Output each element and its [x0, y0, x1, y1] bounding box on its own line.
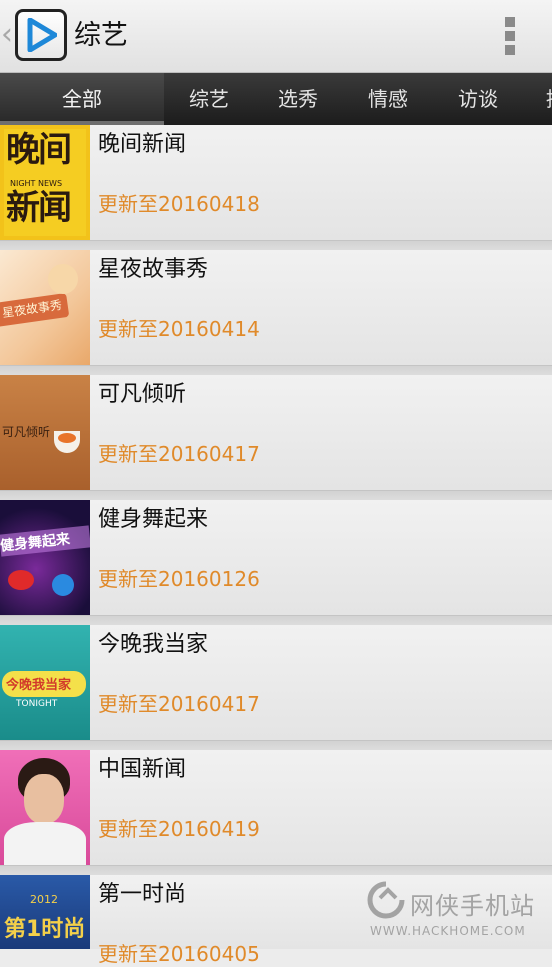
thumbnail: 2012 第1时尚 — [0, 875, 90, 949]
program-title: 星夜故事秀 — [98, 257, 209, 282]
page-title: 综艺 — [74, 20, 128, 51]
program-title: 今晚我当家 — [98, 632, 209, 657]
play-icon[interactable] — [15, 9, 67, 61]
update-status: 更新至20160417 — [98, 692, 260, 716]
update-status: 更新至20160419 — [98, 817, 260, 841]
thumbnail: 可凡倾听 — [0, 375, 90, 490]
tab-interview[interactable]: 访谈 — [458, 73, 498, 125]
list-item[interactable]: 晚间 NIGHT NEWS 新闻 晚间新闻 更新至20160418 — [0, 125, 552, 240]
update-status: 更新至20160126 — [98, 567, 260, 591]
tab-variety[interactable]: 综艺 — [189, 73, 229, 125]
tab-funny[interactable]: 搞 — [546, 73, 552, 125]
program-title: 第一时尚 — [98, 882, 187, 907]
action-bar: ‹ 综艺 — [0, 0, 552, 73]
tab-all[interactable]: 全部 — [0, 73, 164, 125]
category-tabs: 全部 综艺 选秀 情感 访谈 搞 — [0, 73, 552, 125]
thumbnail: 今晚我当家 TONIGHT — [0, 625, 90, 740]
watermark-logo-icon — [367, 881, 405, 919]
thumbnail: 晚间 NIGHT NEWS 新闻 — [0, 125, 90, 240]
program-title: 健身舞起来 — [98, 507, 209, 532]
tab-talent-show[interactable]: 选秀 — [278, 73, 318, 125]
watermark-url: WWW.HACKHOME.COM — [370, 924, 526, 938]
list-item[interactable]: 今晚我当家 TONIGHT 今晚我当家 更新至20160417 — [0, 625, 552, 740]
list-item[interactable]: 可凡倾听 可凡倾听 更新至20160417 — [0, 375, 552, 490]
chevron-left-icon[interactable]: ‹ — [0, 18, 14, 54]
program-title: 可凡倾听 — [98, 382, 187, 407]
watermark-name: 网侠手机站 — [410, 892, 535, 920]
update-status: 更新至20160418 — [98, 192, 260, 216]
list-item[interactable]: 中国新闻 更新至20160419 — [0, 750, 552, 865]
list-item[interactable]: 健身舞起来 健身舞起来 更新至20160126 — [0, 500, 552, 615]
watermark: 网侠手机站 WWW.HACKHOME.COM — [366, 880, 546, 944]
thumbnail — [0, 750, 90, 865]
update-status: 更新至20160405 — [98, 942, 260, 966]
thumbnail: 健身舞起来 — [0, 500, 90, 615]
program-title: 晚间新闻 — [98, 132, 187, 157]
update-status: 更新至20160417 — [98, 442, 260, 466]
overflow-menu-icon[interactable] — [498, 14, 522, 58]
program-title: 中国新闻 — [98, 757, 187, 782]
thumbnail: 星夜故事秀 — [0, 250, 90, 365]
list-item[interactable]: 星夜故事秀 星夜故事秀 更新至20160414 — [0, 250, 552, 365]
tab-emotion[interactable]: 情感 — [368, 73, 408, 125]
update-status: 更新至20160414 — [98, 317, 260, 341]
